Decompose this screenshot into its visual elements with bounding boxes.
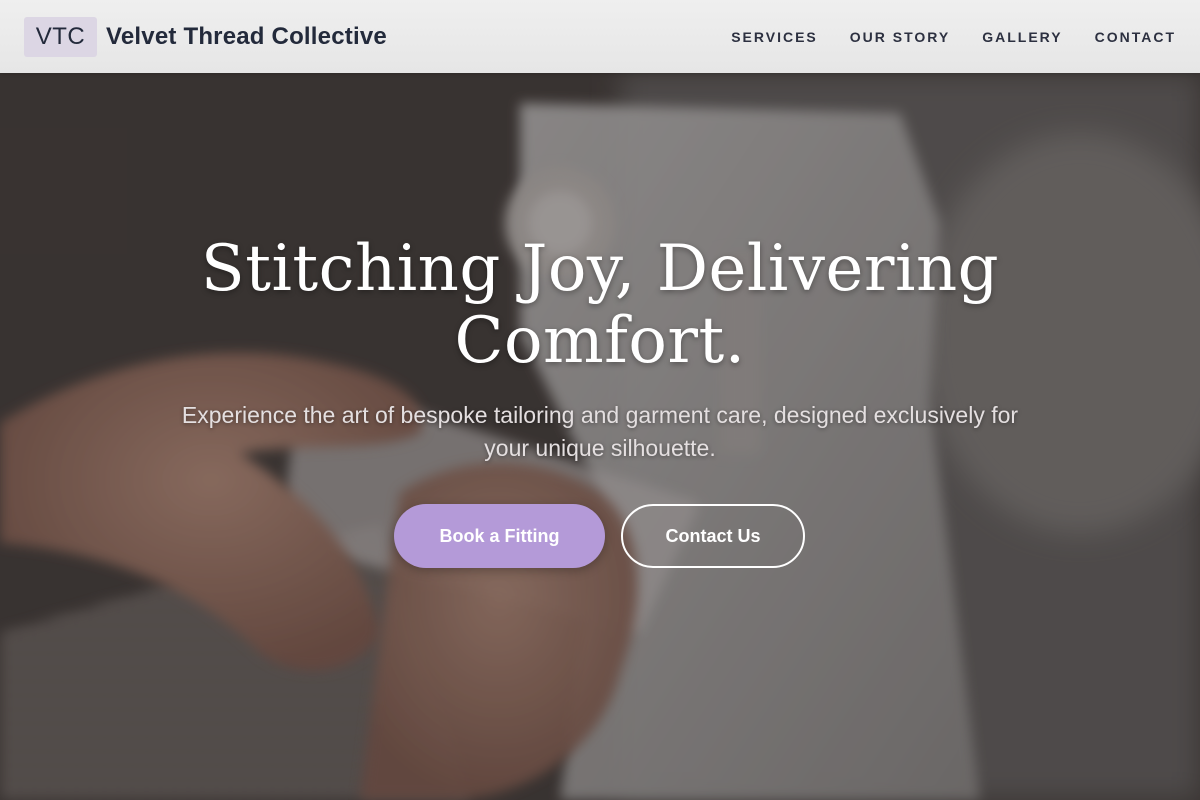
- hero-cta-group: Book a Fitting Contact Us: [394, 504, 814, 568]
- nav-contact-link[interactable]: CONTACT: [1095, 29, 1176, 45]
- nav-services-link[interactable]: SERVICES: [731, 29, 818, 45]
- nav-gallery-link[interactable]: GALLERY: [982, 29, 1062, 45]
- book-fitting-button[interactable]: Book a Fitting: [394, 504, 605, 568]
- hero-section: Stitching Joy, Delivering Comfort. Exper…: [0, 73, 1200, 800]
- hero-subheadline: Experience the art of bespoke tailoring …: [181, 402, 1019, 461]
- contact-us-button[interactable]: Contact Us: [621, 504, 805, 568]
- hero-headline: Stitching Joy, Delivering Comfort.: [200, 232, 1000, 378]
- site-header: VTC Velvet Thread Collective SERVICES OU…: [0, 0, 1200, 73]
- main-nav: SERVICES OUR STORY GALLERY CONTACT: [699, 29, 1176, 45]
- brand-name[interactable]: Velvet Thread Collective: [106, 23, 387, 51]
- brand[interactable]: VTC Velvet Thread Collective: [24, 16, 387, 57]
- nav-our-story-link[interactable]: OUR STORY: [850, 29, 950, 45]
- logo-mark[interactable]: VTC: [24, 16, 97, 57]
